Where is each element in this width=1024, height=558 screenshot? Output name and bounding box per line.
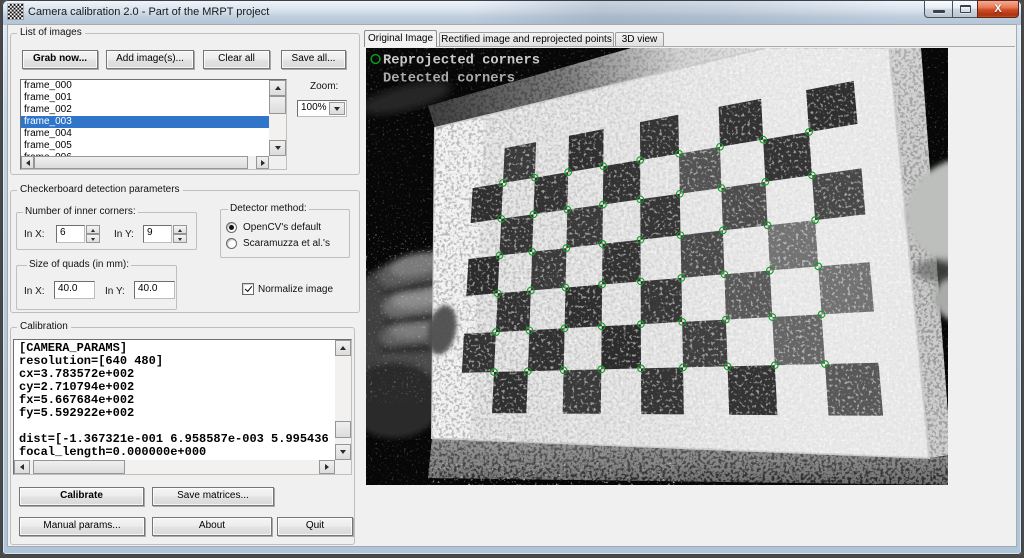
svg-text:Detected corners: Detected corners (383, 72, 515, 87)
svg-text:Reprojected corners: Reprojected corners (383, 54, 540, 69)
